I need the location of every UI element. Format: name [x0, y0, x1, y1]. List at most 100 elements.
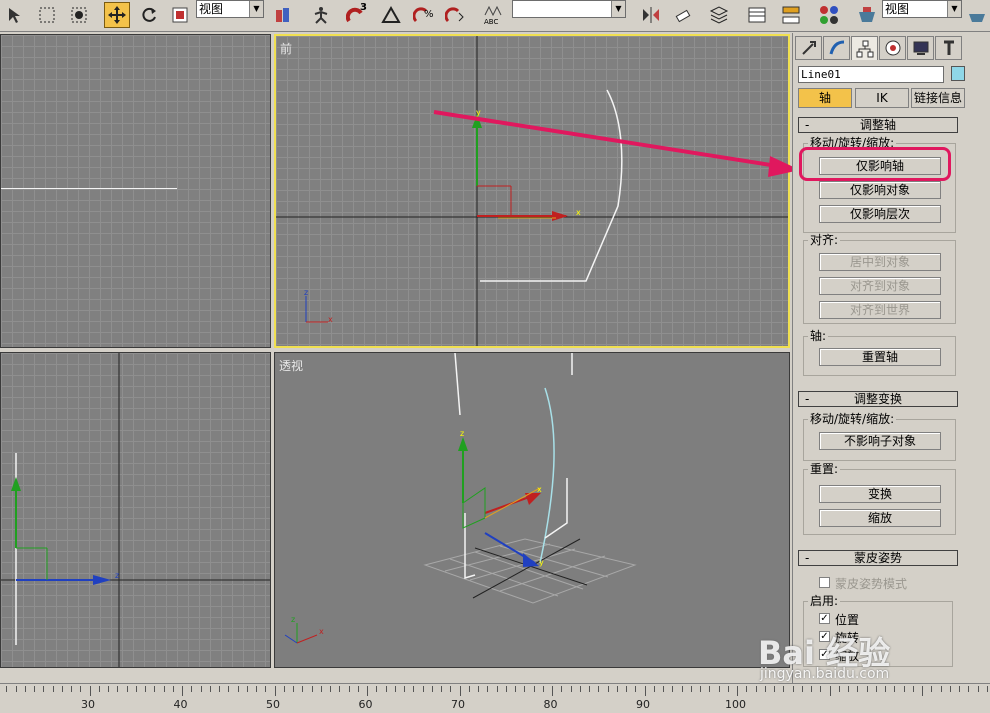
viewport-left[interactable]: z [0, 352, 271, 668]
ruler-tick [783, 686, 785, 692]
pivot-center-icon[interactable] [270, 2, 296, 28]
affect-object-only-button[interactable]: 仅影响对象 [819, 181, 941, 199]
collapse-toggle: - [805, 551, 810, 565]
ruler-label: 30 [81, 698, 95, 711]
ruler-tick [552, 686, 553, 696]
scale-button[interactable]: 缩放 [819, 509, 941, 527]
skin-pose-mode-checkbox[interactable] [819, 577, 830, 588]
axis-label-y: y [476, 108, 481, 117]
ruler-tick [413, 686, 415, 692]
ruler-tick [589, 686, 590, 692]
ruler-tick [52, 686, 54, 692]
align-to-world-button[interactable]: 对齐到世界 [819, 301, 941, 319]
spinner-snap-icon[interactable] [442, 2, 468, 28]
adjust-pivot-rollout-header[interactable]: - 调整轴 [798, 117, 958, 133]
ruler-tick [367, 686, 368, 696]
curve-editor-icon[interactable] [744, 2, 770, 28]
adjust-transform-rollout-header[interactable]: - 调整变换 [798, 391, 958, 407]
tripod-label-z: z [304, 288, 309, 297]
reference-coord-select[interactable]: 视图 ▼ [196, 0, 264, 18]
named-selection-set[interactable]: ▼ [512, 0, 626, 18]
create-tab-icon[interactable] [795, 36, 822, 60]
scale-icon[interactable] [167, 2, 193, 28]
display-tab-icon[interactable] [907, 36, 934, 60]
ruler-tick [357, 686, 359, 692]
ruler-tick [237, 686, 239, 692]
reset-pivot-button[interactable]: 重置轴 [819, 348, 941, 366]
ruler-tick [108, 686, 109, 692]
left-scene [1, 353, 270, 667]
object-name-field[interactable]: Line01 [798, 66, 944, 83]
layers-icon[interactable] [706, 2, 732, 28]
mirror-icon[interactable] [638, 2, 664, 28]
affect-hierarchy-only-button[interactable]: 仅影响层次 [819, 205, 941, 223]
transform-button[interactable]: 变换 [819, 485, 941, 503]
ruler-tick [653, 686, 655, 692]
ruler-tick [848, 686, 849, 692]
ruler-tick [635, 686, 637, 692]
ruler-tick [376, 686, 378, 692]
ruler-label: 40 [173, 698, 188, 711]
ruler-tick [616, 686, 618, 692]
ruler-tick [718, 686, 720, 692]
ruler-tick [219, 686, 220, 692]
motion-tab-icon[interactable] [879, 36, 906, 60]
named-selection-icon[interactable]: ABC [478, 2, 508, 28]
chevron-down-icon: ▼ [249, 1, 263, 17]
collapse-toggle: - [805, 392, 810, 406]
render-scene-icon[interactable] [854, 2, 880, 28]
ruler-tick [339, 686, 341, 692]
axis-label-z: z [115, 571, 120, 580]
render-view-value: 视图 [885, 2, 910, 16]
ruler-label: 60 [358, 698, 373, 711]
modify-tab-icon[interactable] [823, 36, 850, 60]
move-icon[interactable] [104, 2, 130, 28]
ruler-label: 50 [266, 698, 280, 711]
align-to-object-button[interactable]: 对齐到对象 [819, 277, 941, 295]
ruler-tick [496, 686, 498, 692]
ruler-tick [182, 686, 183, 696]
center-to-object-button[interactable]: 居中到对象 [819, 253, 941, 271]
material-editor-icon[interactable] [816, 2, 842, 28]
viewport-top[interactable] [0, 34, 271, 348]
watermark-url: jingyan.baidu.com [760, 666, 890, 682]
ruler-tick [228, 686, 230, 692]
schematic-view-icon[interactable] [778, 2, 804, 28]
object-color-swatch[interactable] [951, 66, 965, 81]
hierarchy-tab-icon[interactable] [851, 36, 878, 60]
select-region-icon[interactable] [2, 2, 28, 28]
ruler-tick [441, 686, 442, 692]
percent-snap-icon[interactable]: % [410, 2, 436, 28]
ruler-tick [89, 686, 91, 696]
ruler-tick [293, 686, 294, 692]
ruler-tick [515, 686, 516, 692]
quick-render-icon[interactable] [964, 2, 990, 28]
skin-pose-rollout-header[interactable]: - 蒙皮姿势 [798, 550, 958, 566]
ruler-tick [885, 686, 886, 692]
rotate-icon[interactable] [136, 2, 162, 28]
ik-mode-button[interactable]: IK [855, 88, 909, 108]
render-view-select[interactable]: 视图 ▼ [882, 0, 962, 18]
viewport-perspective[interactable]: 透视 z x y z x [274, 352, 790, 668]
position-checkbox[interactable]: ✓ [819, 613, 830, 624]
dont-affect-children-button[interactable]: 不影响子对象 [819, 432, 941, 450]
snap-3d-icon[interactable]: 3 [344, 2, 370, 28]
utilities-tab-icon[interactable] [935, 36, 962, 60]
ruler-tick [145, 686, 146, 692]
pivot-mode-button[interactable]: 轴 [798, 88, 852, 108]
ruler-tick [922, 686, 923, 696]
link-info-mode-button[interactable]: 链接信息 [911, 88, 965, 108]
rect-select-icon[interactable] [34, 2, 60, 28]
ruler-tick [246, 686, 248, 692]
angle-snap-icon[interactable] [378, 2, 404, 28]
ruler-tick [820, 686, 822, 692]
viewport-front[interactable]: 前 y x z x [274, 34, 790, 348]
time-ruler[interactable]: 30 40 50 60 70 80 90 100 [0, 683, 990, 713]
select-manipulate-icon[interactable] [308, 2, 334, 28]
window-crossing-icon[interactable] [66, 2, 92, 28]
ruler-tick [940, 686, 942, 692]
ruler-tick [792, 686, 794, 692]
align-icon[interactable] [670, 2, 696, 28]
ruler-tick [690, 686, 692, 692]
ruler-tick [274, 686, 276, 696]
